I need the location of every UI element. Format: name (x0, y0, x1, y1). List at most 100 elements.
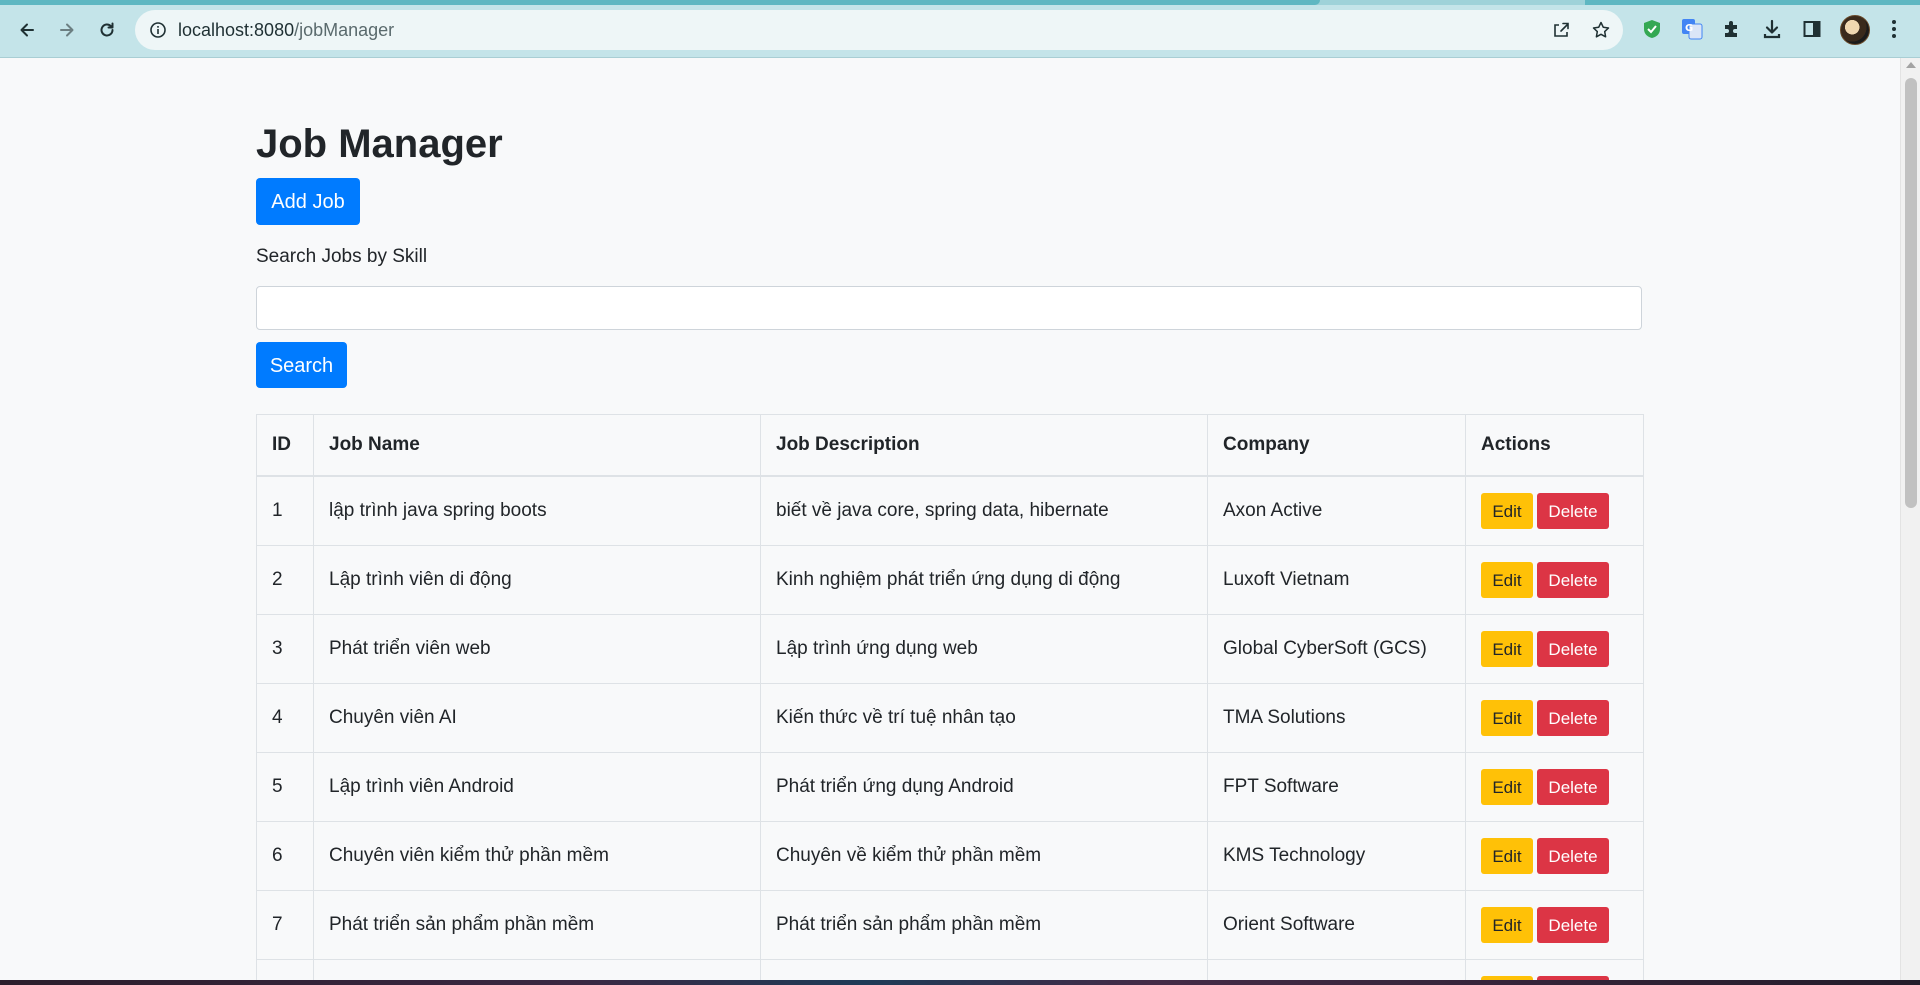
forward-icon (60, 23, 74, 37)
edit-button[interactable]: Edit (1481, 700, 1533, 736)
address-bar[interactable]: localhost:8080/jobManager (135, 10, 1623, 50)
cell-job-name: Phát triển viên web (313, 614, 761, 684)
cell-id: 2 (256, 545, 314, 615)
cell-job-name: Phát triển sản phẩm phần mềm (313, 890, 761, 960)
edit-button[interactable]: Edit (1481, 631, 1533, 667)
url-host: localhost:8080 (178, 20, 295, 40)
share-icon[interactable] (1551, 20, 1571, 40)
table-row: 1 lập trình java spring boots biết về java… (256, 475, 1644, 546)
tab-strip (0, 0, 1920, 5)
delete-button[interactable]: Delete (1537, 838, 1609, 874)
delete-button[interactable]: Delete (1537, 631, 1609, 667)
cell-company: TMA Solutions (1207, 683, 1466, 753)
cell-job-description (760, 959, 1208, 980)
header-company: Company (1207, 414, 1466, 477)
cell-id: 3 (256, 614, 314, 684)
cell-actions: EditDelete (1465, 752, 1644, 822)
search-input[interactable] (256, 286, 1642, 330)
table-header-row: ID Job Name Job Description Company Acti… (256, 414, 1644, 477)
more-menu-button[interactable] (1881, 16, 1907, 42)
search-label: Search Jobs by Skill (256, 246, 428, 267)
edit-button[interactable]: Edit (1481, 907, 1533, 943)
download-icon (1763, 19, 1781, 39)
cell-job-name: Chuyên viên AI (313, 683, 761, 753)
profile-avatar[interactable] (1840, 15, 1870, 45)
table-row: 5 Lập trình viên Android Phát triển ứng dụ… (256, 752, 1644, 822)
star-icon[interactable] (1591, 20, 1611, 40)
page-viewport: Job Manager Add Job Search Jobs by Skill… (0, 58, 1900, 980)
table-row: 7 Phát triển sản phẩm phần mềm Phát triển … (256, 890, 1644, 960)
cell-job-name: lập trình java spring boots (313, 475, 761, 546)
cell-job-description: Kinh nghiệm phát triển ứng dụng di động (760, 545, 1208, 615)
edit-button[interactable]: Edit (1481, 838, 1533, 874)
scroll-up-arrow[interactable] (1906, 62, 1916, 68)
header-job-name: Job Name (313, 414, 761, 477)
edit-button[interactable]: Edit (1481, 562, 1533, 598)
add-job-button[interactable]: Add Job (256, 178, 360, 225)
translate-extension-button[interactable]: G (1679, 16, 1705, 42)
reload-icon (100, 22, 114, 37)
cell-company: FPT Software (1207, 752, 1466, 822)
url-text[interactable]: localhost:8080/jobManager (178, 10, 394, 50)
cell-job-description: biết về java core, spring data, hibernat… (760, 475, 1208, 546)
table-row: 4 Chuyên viên AI Kiến thức về trí tuệ nhân… (256, 683, 1644, 753)
edit-button[interactable]: Edit (1481, 769, 1533, 805)
url-path: /jobManager (294, 20, 395, 40)
header-id: ID (256, 414, 314, 477)
forward-button[interactable] (49, 12, 85, 48)
cell-job-name: Chuyên viên kiểm thử phần mềm (313, 821, 761, 891)
shield-extension-button[interactable] (1639, 16, 1665, 42)
cell-company: Orient Software (1207, 890, 1466, 960)
header-actions: Actions (1465, 414, 1644, 477)
cell-company: Axon Active (1207, 475, 1466, 546)
cell-company: Global CyberSoft (GCS) (1207, 614, 1466, 684)
cell-job-name (313, 959, 761, 980)
side-panel-icon (1803, 21, 1821, 37)
cell-company: Luxoft Vietnam (1207, 545, 1466, 615)
cell-id: 5 (256, 752, 314, 822)
scrollbar-thumb[interactable] (1905, 78, 1917, 508)
cell-job-description: Kiến thức về trí tuệ nhân tạo (760, 683, 1208, 753)
puzzle-extensions-icon (1725, 21, 1737, 37)
cell-actions: EditDelete (1465, 890, 1644, 960)
cell-job-description: Phát triển sản phẩm phần mềm (760, 890, 1208, 960)
cell-actions: EditDelete (1465, 959, 1644, 980)
cell-id: 1 (256, 475, 314, 546)
cell-company (1207, 959, 1466, 980)
delete-button[interactable]: Delete (1537, 769, 1609, 805)
cell-job-description: Phát triển ứng dụng Android (760, 752, 1208, 822)
browser-toolbar: localhost:8080/jobManager G (0, 0, 1920, 58)
table-row: 3 Phát triển viên web Lập trình ứng dụng w… (256, 614, 1644, 684)
delete-button[interactable]: Delete (1537, 700, 1609, 736)
cell-job-description: Chuyên về kiểm thử phần mềm (760, 821, 1208, 891)
cell-actions: EditDelete (1465, 683, 1644, 753)
delete-button[interactable]: Delete (1537, 562, 1609, 598)
cell-id (256, 959, 314, 980)
cell-actions: EditDelete (1465, 614, 1644, 684)
cell-id: 6 (256, 821, 314, 891)
cell-job-name: Lập trình viên di động (313, 545, 761, 615)
delete-button[interactable]: Delete (1537, 493, 1609, 529)
cell-id: 4 (256, 683, 314, 753)
extensions-button[interactable] (1719, 16, 1745, 42)
more-menu-icon (1892, 20, 1896, 38)
table-row: EditDelete (256, 959, 1644, 980)
table-row: 6 Chuyên viên kiểm thử phần mềm Chuyên về … (256, 821, 1644, 891)
table-row: 2 Lập trình viên di động Kinh nghiệm phát … (256, 545, 1644, 615)
header-job-description: Job Description (760, 414, 1208, 477)
edit-button[interactable]: Edit (1481, 493, 1533, 529)
cell-actions: EditDelete (1465, 821, 1644, 891)
delete-button[interactable]: Delete (1537, 907, 1609, 943)
reload-button[interactable] (89, 12, 125, 48)
cell-job-description: Lập trình ứng dụng web (760, 614, 1208, 684)
cell-id: 7 (256, 890, 314, 960)
search-button[interactable]: Search (256, 342, 347, 388)
back-icon (20, 23, 34, 37)
cell-company: KMS Technology (1207, 821, 1466, 891)
page-title: Job Manager (256, 122, 503, 166)
page-scrollbar[interactable] (1900, 58, 1920, 980)
download-button[interactable] (1759, 16, 1785, 42)
info-icon[interactable] (149, 21, 167, 39)
side-panel-button[interactable] (1799, 16, 1825, 42)
back-button[interactable] (9, 12, 45, 48)
